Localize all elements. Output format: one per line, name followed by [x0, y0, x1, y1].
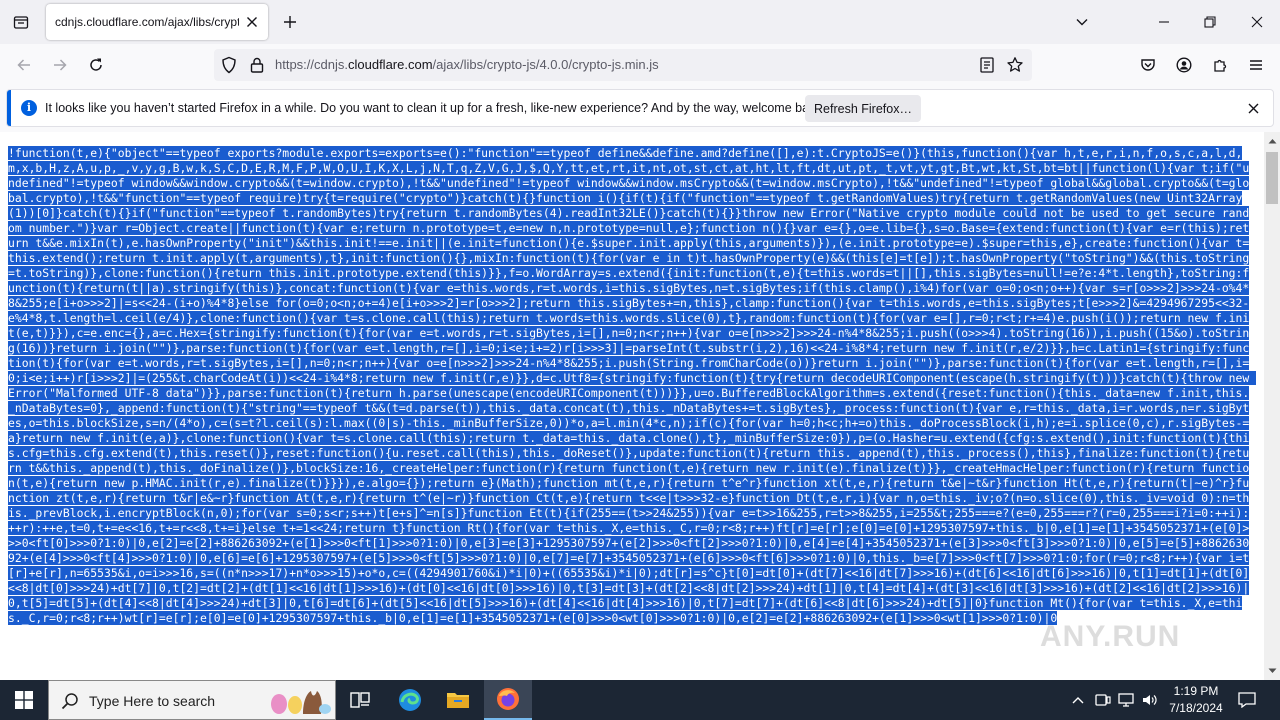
- hamburger-menu-icon: [1250, 60, 1262, 70]
- tab-title: cdnjs.cloudflare.com/ajax/libs/crypto-js…: [55, 15, 239, 29]
- url-domain: cloudflare.com: [347, 57, 433, 72]
- taskbar-firefox[interactable]: [484, 680, 532, 720]
- restore-button[interactable]: [1187, 0, 1233, 44]
- tray-device-button[interactable]: [1093, 690, 1113, 710]
- restore-icon: [1204, 16, 1216, 28]
- tray-network-button[interactable]: [1116, 690, 1136, 710]
- navigation-toolbar: https://cdnjs.cloudflare.com/ajax/libs/c…: [0, 44, 1280, 86]
- tray-volume-button[interactable]: [1140, 690, 1160, 710]
- firefox-view-icon: [13, 16, 29, 29]
- source-code-text[interactable]: !function(t,e){"object"==typeof exports?…: [8, 146, 1257, 626]
- search-icon: [61, 693, 78, 710]
- chevron-down-icon: [1076, 19, 1088, 26]
- show-hidden-icons-button[interactable]: [1068, 690, 1088, 710]
- search-prefix: Type: [89, 693, 124, 709]
- search-placeholder: Type Here to search: [89, 693, 215, 709]
- bookmark-star-icon[interactable]: [1006, 56, 1024, 74]
- taskbar-edge[interactable]: [386, 680, 434, 720]
- folder-icon: [447, 693, 469, 708]
- tab-close-button[interactable]: [244, 14, 260, 30]
- start-button[interactable]: [0, 680, 48, 720]
- list-all-tabs-button[interactable]: [1070, 10, 1094, 34]
- extensions-button[interactable]: [1205, 50, 1235, 80]
- refresh-firefox-notification: i It looks like you haven’t started Fire…: [6, 89, 1274, 127]
- clock-date: 7/18/2024: [1169, 701, 1223, 715]
- task-view-button[interactable]: [336, 680, 384, 720]
- search-highlight-easter-eggs-icon: [271, 691, 331, 714]
- url-path: /ajax/libs/crypto-js/4.0.0/crypto-js.min…: [432, 57, 659, 72]
- tracking-protection-icon[interactable]: [220, 56, 238, 74]
- puzzle-icon: [1214, 59, 1227, 72]
- minimize-button[interactable]: [1141, 0, 1187, 44]
- taskbar-search-box[interactable]: Type Here to search: [48, 680, 336, 720]
- scrollbar-thumb[interactable]: [1266, 152, 1278, 204]
- tab-strip: cdnjs.cloudflare.com/ajax/libs/crypto-js…: [0, 0, 1280, 44]
- url-text[interactable]: https://cdnjs.cloudflare.com/ajax/libs/c…: [275, 57, 659, 72]
- close-icon: [247, 17, 257, 27]
- task-view-icon: [350, 692, 370, 708]
- taskbar-file-explorer[interactable]: [434, 680, 482, 720]
- action-center-button[interactable]: [1234, 688, 1260, 712]
- minimize-icon: [1159, 21, 1169, 23]
- forward-button[interactable]: [45, 50, 75, 80]
- search-placeholder-text: Here to search: [123, 693, 216, 709]
- firefox-icon: [497, 688, 519, 710]
- close-icon: [1248, 103, 1258, 113]
- reader-view-icon[interactable]: [978, 56, 996, 74]
- refresh-firefox-button[interactable]: Refresh Firefox…: [805, 95, 921, 122]
- device-icon: [1095, 694, 1111, 706]
- account-icon: [1176, 57, 1192, 73]
- caret-down-icon: [1268, 668, 1276, 673]
- scroll-down-button[interactable]: [1264, 664, 1280, 678]
- back-button[interactable]: [9, 50, 39, 80]
- lock-icon[interactable]: [248, 56, 266, 74]
- reload-icon: [90, 58, 102, 71]
- chevron-up-icon: [1072, 697, 1084, 704]
- watermark-text: ANY.RUN: [1040, 620, 1181, 653]
- notification-close-button[interactable]: [1245, 100, 1261, 116]
- notification-accent-bar: [7, 90, 11, 126]
- close-icon: [1251, 16, 1263, 28]
- windows-logo-icon: [15, 691, 33, 709]
- plus-icon: [284, 16, 296, 28]
- arrow-left-icon: [17, 59, 30, 71]
- vertical-scrollbar[interactable]: [1264, 132, 1280, 680]
- volume-icon: [1143, 695, 1157, 705]
- close-window-button[interactable]: [1234, 0, 1280, 44]
- network-icon: [1118, 693, 1134, 707]
- caret-up-icon: [1268, 139, 1276, 144]
- url-bar[interactable]: https://cdnjs.cloudflare.com/ajax/libs/c…: [214, 49, 1032, 81]
- edge-icon: [399, 689, 421, 711]
- new-tab-button[interactable]: [278, 10, 302, 34]
- scroll-up-button[interactable]: [1264, 134, 1280, 148]
- taskbar-clock[interactable]: 1:19 PM 7/18/2024: [1166, 683, 1226, 717]
- pocket-button[interactable]: [1133, 50, 1163, 80]
- tab-active[interactable]: cdnjs.cloudflare.com/ajax/libs/crypto-js…: [46, 4, 268, 40]
- info-icon: i: [21, 100, 37, 116]
- selected-code[interactable]: !function(t,e){"object"==typeof exports?…: [8, 146, 1257, 625]
- app-menu-button[interactable]: [1241, 50, 1271, 80]
- clock-time: 1:19 PM: [1173, 684, 1219, 698]
- notification-icon: [1238, 692, 1256, 708]
- url-prefix: https://cdnjs.: [275, 57, 348, 72]
- notification-message: It looks like you haven’t started Firefo…: [45, 101, 826, 115]
- page-content[interactable]: !function(t,e){"object"==typeof exports?…: [0, 132, 1264, 680]
- pocket-icon: [1141, 59, 1155, 71]
- reload-button[interactable]: [81, 50, 111, 80]
- windows-taskbar: Type Here to search 1:19 PM 7/18/2024: [0, 680, 1280, 720]
- account-button[interactable]: [1169, 50, 1199, 80]
- firefox-view-button[interactable]: [8, 8, 34, 36]
- arrow-right-icon: [54, 59, 67, 71]
